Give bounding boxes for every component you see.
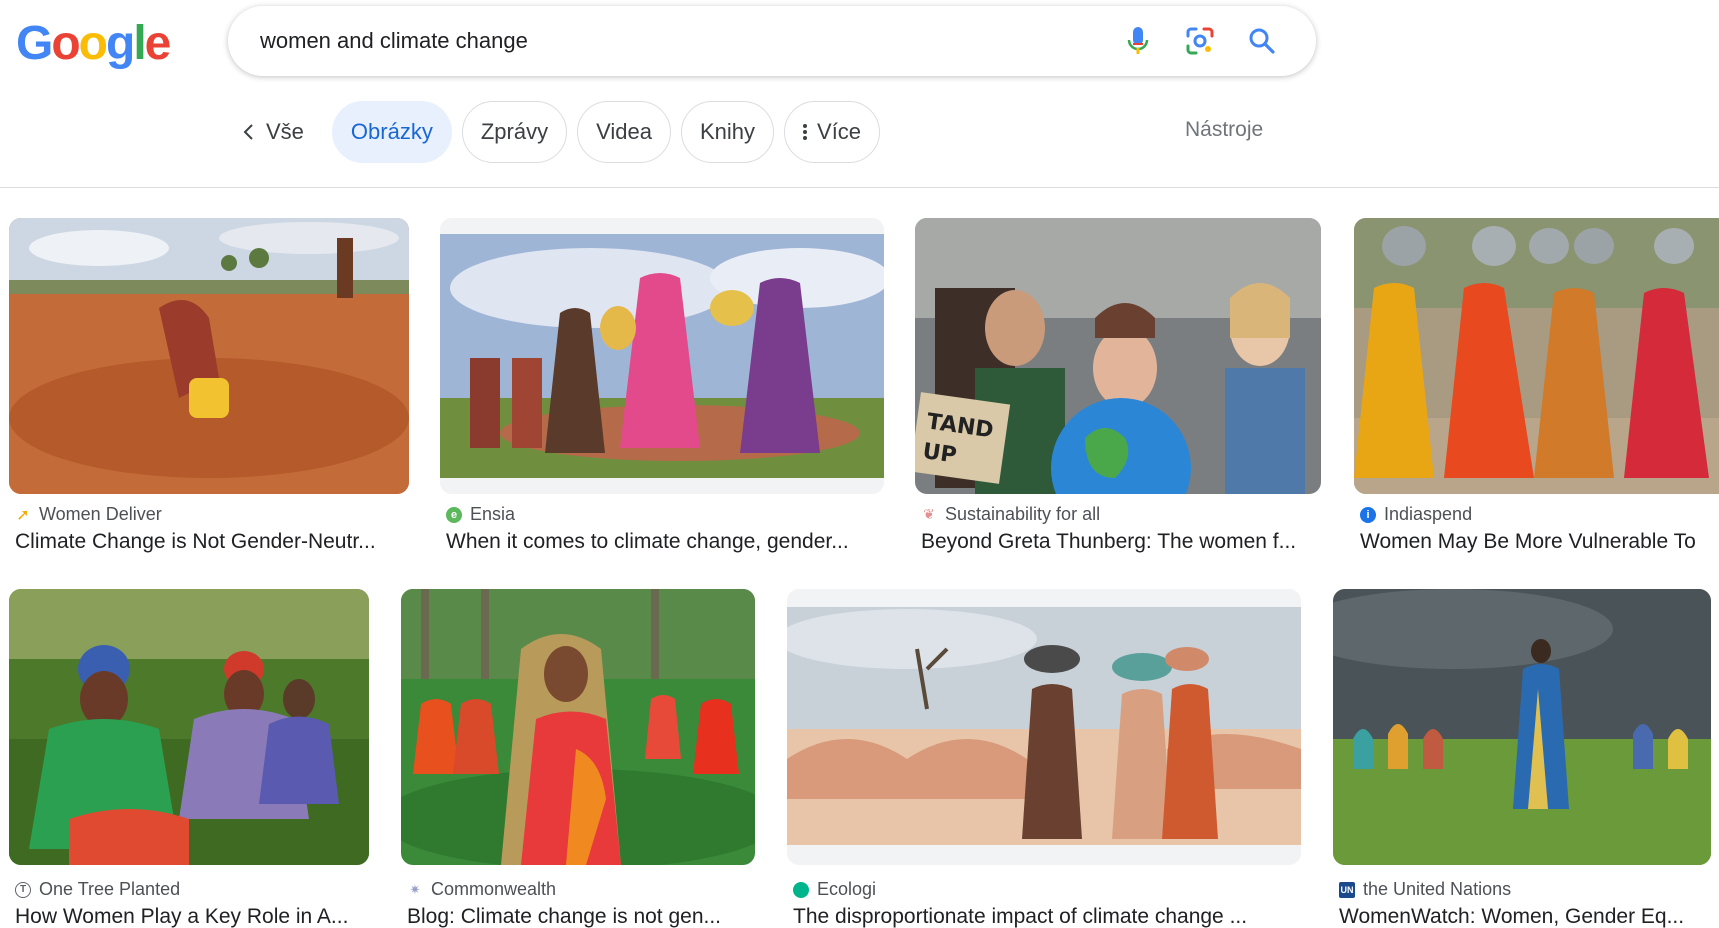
logo-letter: g [106,17,135,70]
logo-letter: l [133,17,146,70]
search-tabs: Vše Obrázky Zprávy Videa Knihy Více [242,100,881,164]
logo-letter: o [51,17,80,70]
result-thumbnail[interactable] [1354,218,1719,494]
more-vert-icon [803,123,808,141]
source-name: Ensia [470,504,516,524]
tab-all[interactable]: Vše [242,101,322,163]
logo-letter: G [16,17,53,70]
svg-text:UP: UP [921,439,958,468]
source-name: Ecologi [817,879,877,899]
source-name: the United Nations [1363,879,1512,899]
result-thumbnail[interactable] [1333,589,1711,865]
source-name: Commonwealth [431,879,557,899]
tab-more-label: Více [817,119,862,144]
result-thumbnail[interactable] [787,589,1301,865]
google-logo[interactable]: Google [16,16,172,71]
result-source[interactable]: i Indiaspend [1360,504,1472,525]
ensia-favicon-icon: e [446,506,462,523]
source-name: One Tree Planted [39,879,181,899]
result-title[interactable]: Blog: Climate change is not gen... [407,905,737,928]
tab-more[interactable]: Více [784,101,881,163]
result-title[interactable]: How Women Play a Key Role in A... [15,905,375,928]
result-thumbnail[interactable]: TAND UP [915,218,1321,494]
un-favicon-icon: UN [1339,881,1355,898]
tab-images-label: Obrázky [350,119,433,144]
tab-videos[interactable]: Videa [577,101,671,163]
tab-news-label: Zprávy [480,119,549,144]
ecologi-favicon-icon [793,881,809,898]
indiaspend-favicon-icon: i [1360,506,1376,523]
search-box [228,6,1316,76]
tools-button[interactable]: Nástroje [1185,118,1263,142]
chevron-left-icon [242,123,256,141]
tab-news[interactable]: Zprávy [461,101,568,163]
tab-videos-label: Videa [596,119,652,144]
source-name: Women Deliver [39,504,162,524]
result-thumbnail[interactable] [440,218,884,494]
microphone-icon[interactable] [1122,25,1154,57]
tab-all-label: Vše [266,119,304,144]
logo-letter: o [78,17,108,70]
result-thumbnail[interactable] [401,589,755,865]
tab-images[interactable]: Obrázky [331,101,452,163]
result-title[interactable]: WomenWatch: Women, Gender Eq... [1339,905,1711,928]
tab-books[interactable]: Knihy [680,101,775,163]
result-source[interactable]: ➚ Women Deliver [15,504,162,525]
tree-icon: T [15,881,31,898]
leaf-icon: ❦ [923,506,935,522]
result-title[interactable]: The disproportionate impact of climate c… [793,905,1293,928]
star-icon: ✷ [409,881,421,897]
source-name: Sustainability for all [945,504,1101,524]
result-title[interactable]: Beyond Greta Thunberg: The women f... [921,530,1327,554]
result-source[interactable]: T One Tree Planted [15,879,180,900]
header-divider [0,187,1719,188]
source-name: Indiaspend [1384,504,1473,524]
result-source[interactable]: e Ensia [446,504,515,525]
result-source[interactable]: UN the United Nations [1339,879,1511,900]
result-source[interactable]: ✷ Commonwealth [407,879,557,900]
result-thumbnail[interactable] [9,589,369,865]
result-title[interactable]: When it comes to climate change, gender.… [446,530,890,554]
result-source[interactable]: Ecologi [793,879,876,900]
search-input[interactable] [260,24,1020,58]
tab-books-label: Knihy [699,119,756,144]
result-title[interactable]: Women May Be More Vulnerable To [1360,530,1719,554]
google-lens-icon[interactable] [1184,25,1216,57]
result-thumbnail[interactable] [9,218,409,494]
arrow-icon: ➚ [16,506,30,524]
result-source[interactable]: ❦ Sustainability for all [921,504,1100,525]
result-title[interactable]: Climate Change is Not Gender-Neutr... [15,530,415,554]
search-icon[interactable] [1246,25,1278,57]
logo-letter: e [144,17,172,70]
